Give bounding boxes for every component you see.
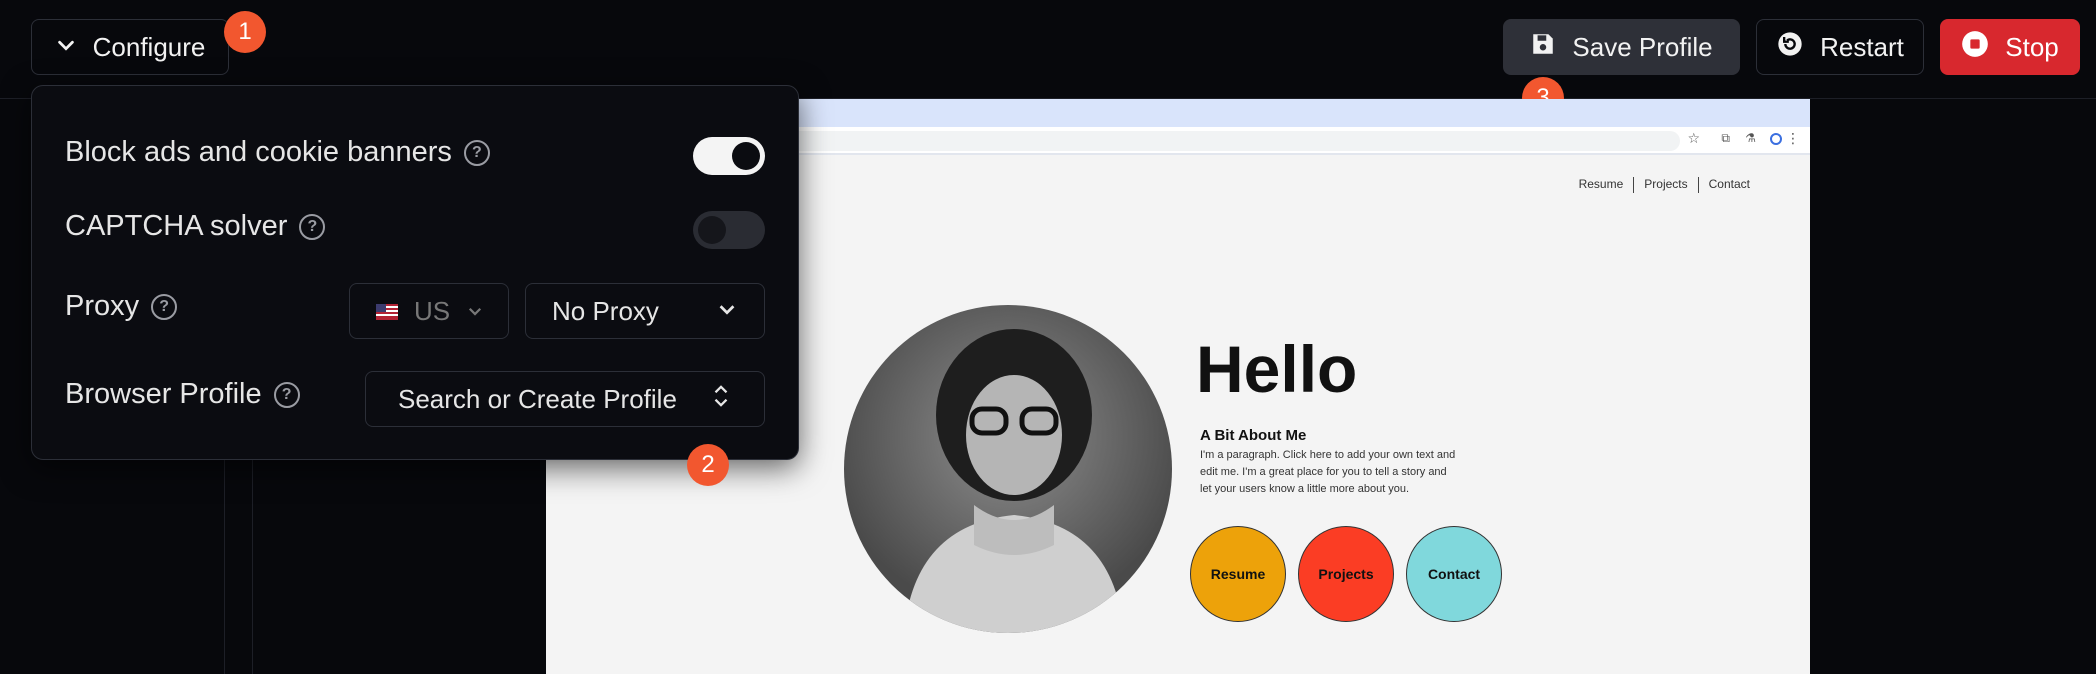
about-title: A Bit About Me	[1200, 427, 1307, 444]
proxy-country-select[interactable]: US	[349, 283, 509, 339]
profile-photo	[844, 305, 1172, 633]
configure-button[interactable]: Configure	[31, 19, 229, 75]
proxy-value: No Proxy	[552, 295, 659, 326]
contact-button[interactable]: Contact	[1406, 526, 1502, 622]
hero-heading: Hello	[1196, 332, 1358, 406]
star-icon[interactable]: ☆	[1687, 130, 1700, 147]
save-profile-label: Save Profile	[1572, 31, 1713, 62]
proxy-label: Proxy	[65, 290, 140, 322]
step-badge-1: 1	[224, 11, 266, 53]
browser-profile-label: Browser Profile	[65, 378, 262, 410]
block-ads-label: Block ads and cookie banners	[65, 136, 452, 168]
captcha-row: CAPTCHA solver ?	[65, 210, 326, 243]
block-ads-toggle[interactable]	[693, 137, 765, 175]
help-icon[interactable]: ?	[463, 139, 490, 166]
site-nav-projects[interactable]: Projects	[1644, 177, 1687, 193]
profile-search-placeholder: Search or Create Profile	[398, 383, 677, 414]
about-paragraph: I'm a paragraph. Click here to add your …	[1200, 449, 1456, 495]
restart-label: Restart	[1820, 31, 1904, 62]
help-icon[interactable]: ?	[299, 213, 326, 240]
extensions-icon[interactable]: ⧉	[1721, 131, 1730, 146]
stop-label: Stop	[2005, 31, 2059, 62]
profile-search-select[interactable]: Search or Create Profile	[365, 371, 765, 427]
chevrons-up-down-icon	[710, 382, 732, 417]
proxy-country-value: US	[414, 295, 451, 326]
restart-button[interactable]: Restart	[1756, 19, 1924, 75]
block-ads-row: Block ads and cookie banners ?	[65, 136, 490, 169]
captcha-label: CAPTCHA solver	[65, 210, 288, 242]
flask-icon[interactable]: ⚗	[1745, 131, 1756, 145]
chevron-down-icon	[55, 32, 77, 63]
configure-label: Configure	[92, 31, 206, 62]
captcha-toggle[interactable]	[693, 211, 765, 249]
restart-icon	[1776, 30, 1804, 65]
site-nav-contact[interactable]: Contact	[1709, 177, 1750, 193]
avatar-icon[interactable]	[1770, 133, 1782, 145]
projects-button[interactable]: Projects	[1298, 526, 1394, 622]
browser-profile-row: Browser Profile ?	[65, 378, 300, 411]
menu-dots-icon[interactable]: ⋮	[1786, 130, 1800, 147]
stop-icon	[1961, 30, 1989, 65]
proxy-row: Proxy ?	[65, 290, 178, 323]
us-flag-icon	[376, 296, 398, 327]
step-badge-2: 2	[687, 444, 729, 486]
help-icon[interactable]: ?	[273, 381, 300, 408]
configure-panel: Block ads and cookie banners ? CAPTCHA s…	[31, 85, 799, 460]
save-profile-button[interactable]: Save Profile	[1503, 19, 1740, 75]
chevron-down-icon	[716, 296, 738, 327]
site-nav: Resume Projects Contact	[1579, 177, 1750, 193]
chevron-down-icon	[466, 296, 484, 327]
proxy-select[interactable]: No Proxy	[525, 283, 765, 339]
site-nav-resume[interactable]: Resume	[1579, 177, 1624, 193]
resume-button[interactable]: Resume	[1190, 526, 1286, 622]
help-icon[interactable]: ?	[151, 293, 178, 320]
save-icon	[1530, 31, 1556, 64]
stop-button[interactable]: Stop	[1940, 19, 2080, 75]
